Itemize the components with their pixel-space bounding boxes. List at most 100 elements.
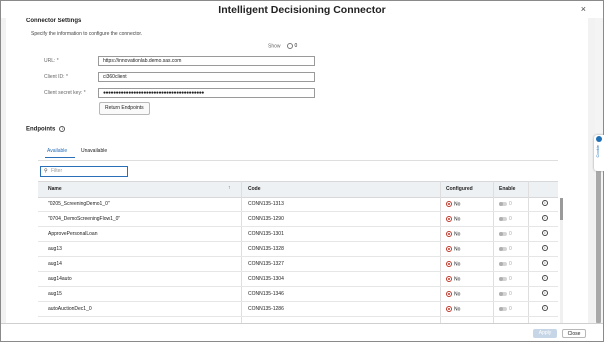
cookie-tab[interactable]: Cookie (594, 135, 604, 171)
enable-value: 0 (509, 306, 512, 312)
url-input[interactable]: https://innovationlab.demo.sas.com (98, 56, 315, 66)
info-icon[interactable]: i (542, 290, 548, 296)
client-id-input[interactable]: ci360client (98, 72, 315, 82)
enable-value: 0 (509, 201, 512, 207)
dialog-body: Connector Settings Specify the informati… (1, 18, 595, 323)
no-status-icon (446, 261, 452, 267)
enable-value: 0 (509, 261, 512, 267)
settings-panel: Connector Settings Specify the informati… (6, 18, 588, 323)
table-row[interactable]: aug13 CONN135-1328 No 0 i (38, 242, 558, 257)
enable-cell[interactable]: 0 (499, 231, 512, 237)
endpoint-name: aug14auto (48, 276, 72, 282)
endpoint-name: "0704_DemoScreeningFlow1_0" (48, 216, 121, 222)
enable-cell[interactable]: 0 (499, 201, 512, 207)
enable-cell[interactable]: 0 (499, 216, 512, 222)
endpoint-code: CONN135-1290 (248, 216, 284, 222)
endpoint-name: aug15 (48, 291, 62, 297)
show-radio-icon[interactable] (286, 43, 293, 49)
table-row[interactable]: autoAuctionDec1_0 CONN135-1286 No 0 i (38, 302, 558, 317)
sort-arrow-icon[interactable]: ↑ (228, 185, 231, 191)
info-icon[interactable]: i (542, 275, 548, 281)
enable-cell[interactable]: 0 (499, 261, 512, 267)
table-row[interactable]: "0205_ScreeningDemo1_0" CONN135-1313 No 0 i (38, 197, 558, 212)
show-label: Show (268, 43, 281, 50)
connector-description: Specify the information to configure the… (31, 31, 143, 37)
info-icon[interactable]: i (542, 200, 548, 206)
configured-value: No (454, 261, 461, 268)
info-icon[interactable]: i (542, 215, 548, 221)
configured-cell: No (446, 201, 460, 207)
info-icon[interactable]: i (542, 230, 548, 236)
table-row[interactable]: ApprovePersonalLoan CONN135-1301 No 0 i (38, 227, 558, 242)
column-configured[interactable]: Configured (446, 186, 473, 192)
endpoint-name: aug14 (48, 261, 62, 267)
configured-value: No (454, 291, 461, 298)
no-status-icon (446, 306, 452, 312)
return-endpoints-button[interactable]: Return Endpoints (99, 102, 150, 115)
enable-cell[interactable]: 0 (499, 276, 512, 282)
close-button[interactable]: Close (562, 329, 586, 338)
toggle-off-icon[interactable] (499, 246, 507, 251)
configured-value: No (454, 216, 461, 223)
client-id-label: Client ID: * (44, 74, 68, 80)
tab-active-indicator (45, 157, 75, 158)
no-status-icon (446, 201, 452, 207)
table-scrollbar-thumb[interactable] (560, 198, 563, 220)
show-value: 0 (294, 43, 298, 50)
apply-button[interactable]: Apply (533, 329, 557, 338)
table-row[interactable]: aug15 CONN135-1346 No 0 i (38, 287, 558, 302)
endpoint-code: CONN135-1328 (248, 246, 284, 252)
column-enable[interactable]: Enable (499, 186, 515, 192)
endpoint-name: aug13 (48, 246, 62, 252)
table-header: Name ↑ Code Configured Enable (38, 181, 558, 198)
no-status-icon (446, 216, 452, 222)
configured-cell: No (446, 276, 460, 282)
endpoint-code: CONN135-1327 (248, 261, 284, 267)
table-row[interactable]: aug14auto CONN135-1304 No 0 i (38, 272, 558, 287)
table-row[interactable]: "0704_DemoScreeningFlow1_0" CONN135-1290 N… (38, 212, 558, 227)
no-status-icon (446, 276, 452, 282)
endpoint-code: CONN135-1346 (248, 291, 284, 297)
enable-cell[interactable]: 0 (499, 291, 512, 297)
endpoint-code: CONN135-1301 (248, 231, 284, 237)
enable-value: 0 (509, 291, 512, 297)
dialog-footer: Apply Close (1, 323, 603, 341)
tab-available[interactable]: Available (47, 148, 67, 154)
table-row[interactable]: aug14 CONN135-1327 No 0 i (38, 257, 558, 272)
table-scrollbar[interactable] (560, 198, 563, 323)
toggle-off-icon[interactable] (499, 276, 507, 281)
configured-value: No (454, 231, 461, 238)
toggle-off-icon[interactable] (499, 201, 507, 206)
enable-value: 0 (509, 216, 512, 222)
info-icon[interactable]: i (59, 126, 66, 132)
info-icon[interactable]: i (542, 260, 548, 266)
dialog-header: Intelligent Decisioning Connector × (1, 1, 603, 19)
toggle-off-icon[interactable] (499, 261, 507, 266)
toggle-off-icon[interactable] (499, 231, 507, 236)
url-label: URL: * (44, 58, 59, 64)
filter-placeholder: Filter (51, 168, 63, 174)
toggle-off-icon[interactable] (499, 216, 507, 221)
dialog-scrollbar-thumb[interactable] (596, 153, 601, 323)
filter-input[interactable]: ⚲ Filter (40, 166, 128, 177)
endpoint-code: CONN135-1286 (248, 306, 284, 312)
column-name[interactable]: Name (48, 186, 62, 192)
connector-settings-heading: Connector Settings (26, 18, 82, 24)
column-code[interactable]: Code (248, 186, 261, 192)
toggle-off-icon[interactable] (499, 291, 507, 296)
endpoint-name: autoAuctionDec1_0 (48, 306, 92, 312)
endpoint-code: CONN135-1313 (248, 201, 284, 207)
tab-unavailable[interactable]: Unavailable (81, 148, 107, 154)
endpoints-heading-text: Endpoints (26, 126, 56, 133)
endpoint-name: ApprovePersonalLoan (48, 231, 98, 237)
info-icon[interactable]: i (542, 305, 548, 311)
no-status-icon (446, 246, 452, 252)
enable-cell[interactable]: 0 (499, 246, 512, 252)
secret-input[interactable]: ●●●●●●●●●●●●●●●●●●●●●●●●●●●●●●●●●●●●●●●● (98, 88, 315, 98)
toggle-off-icon[interactable] (499, 306, 507, 311)
enable-cell[interactable]: 0 (499, 306, 512, 312)
show-toggle[interactable]: Show 0 (268, 43, 297, 49)
cookie-icon (596, 136, 602, 142)
close-icon[interactable]: × (581, 4, 586, 14)
info-icon[interactable]: i (542, 245, 548, 251)
